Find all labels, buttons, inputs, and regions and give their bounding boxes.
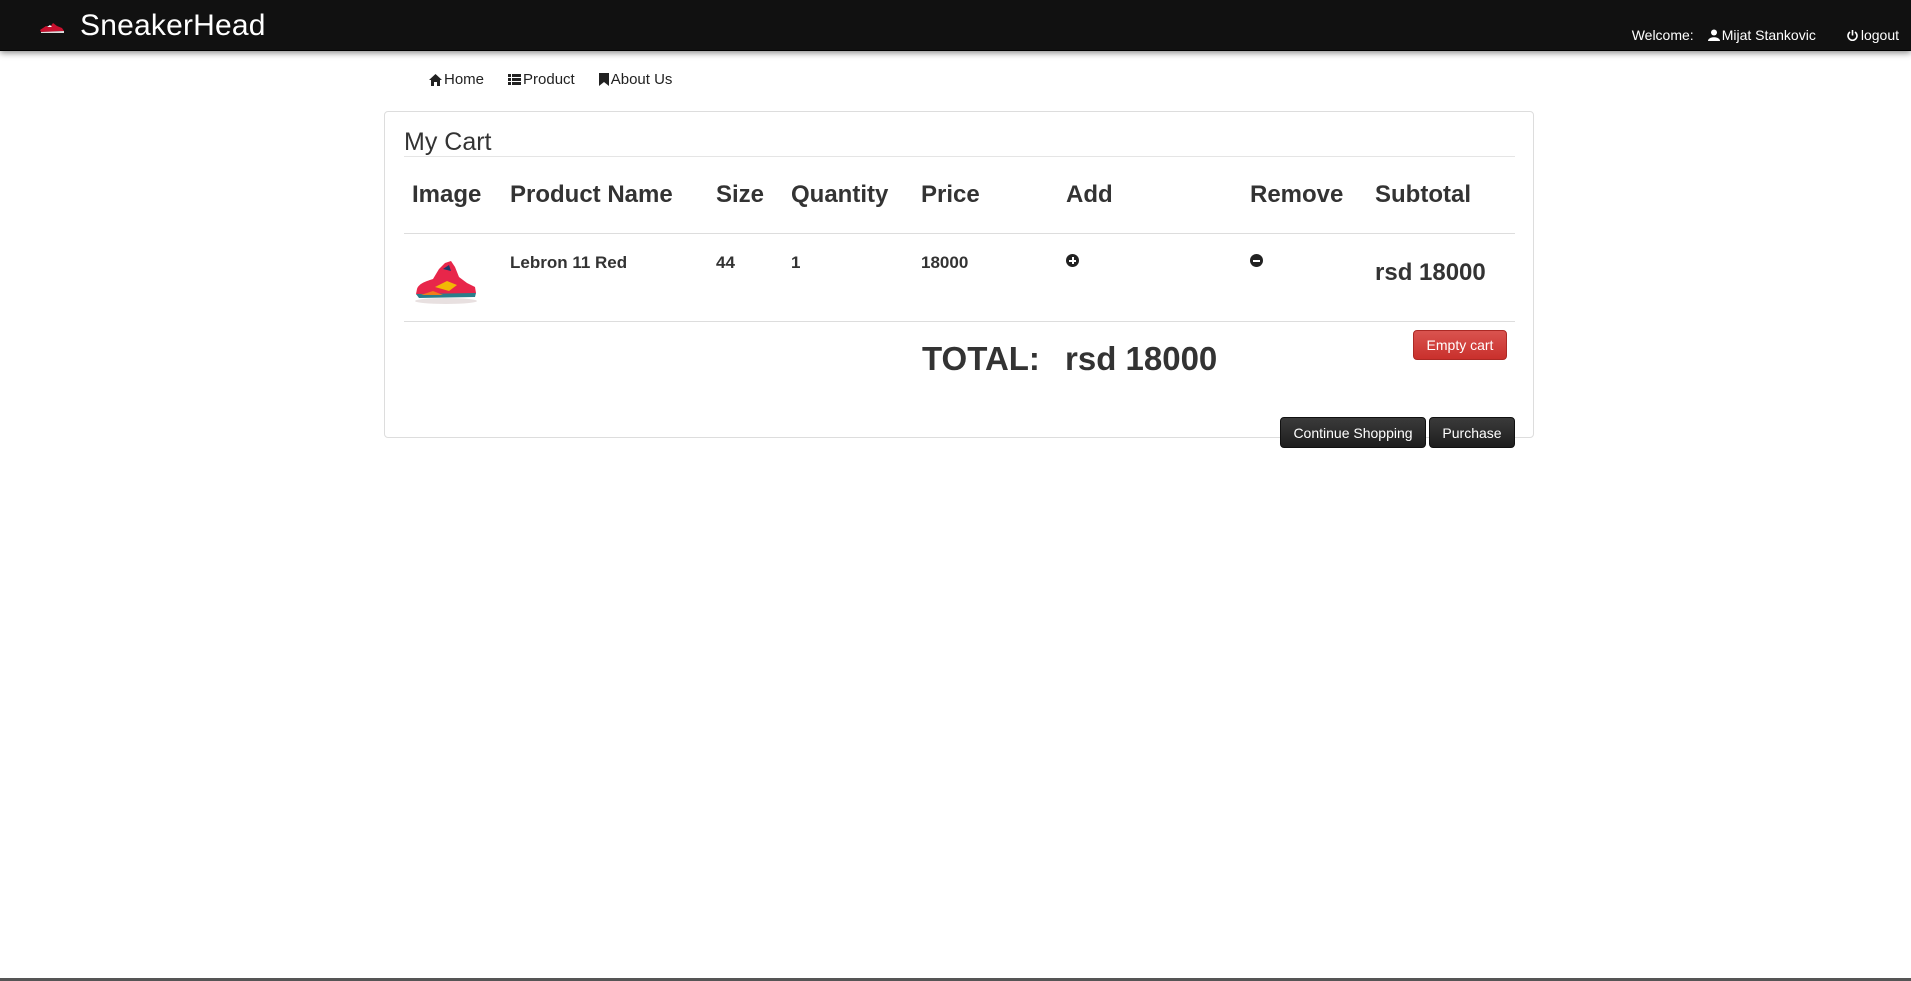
welcome-label: Welcome:: [1631, 27, 1694, 43]
column-header-size: Size: [716, 181, 765, 208]
empty-cart-button[interactable]: Empty cart: [1413, 330, 1507, 360]
nav-home[interactable]: Home: [429, 71, 484, 88]
logout-label: logout: [1860, 27, 1899, 43]
user-icon: [1707, 29, 1720, 41]
total-value: rsd 18000: [1065, 340, 1218, 377]
column-header-price: Price: [921, 181, 980, 208]
bookmark-icon: [598, 73, 609, 86]
secondary-nav: Home Product About Us: [429, 71, 696, 88]
nav-product[interactable]: Product: [508, 71, 575, 88]
column-header-subtotal: Subtotal: [1375, 181, 1471, 208]
column-header-add: Add: [1066, 181, 1113, 208]
title-divider: [404, 156, 1515, 157]
plus-circle-icon[interactable]: [1066, 254, 1079, 267]
list-icon: [508, 74, 522, 85]
brand[interactable]: SneakerHead: [38, 6, 266, 46]
top-navbar: SneakerHead Welcome: Mijat Stankovic log…: [0, 0, 1911, 51]
product-price: 18000: [921, 253, 969, 272]
power-icon: [1847, 29, 1858, 41]
nav-home-label: Home: [444, 71, 485, 88]
purchase-button[interactable]: Purchase: [1429, 417, 1515, 448]
total-label: TOTAL:: [922, 340, 1040, 377]
nav-about-label: About Us: [610, 71, 673, 88]
sneaker-logo-icon: [38, 17, 66, 35]
nav-about[interactable]: About Us: [598, 71, 673, 88]
product-image[interactable]: [413, 251, 479, 305]
column-header-image: Image: [412, 181, 482, 208]
continue-shopping-button[interactable]: Continue Shopping: [1280, 417, 1426, 448]
column-header-remove: Remove: [1250, 181, 1344, 208]
header-divider: [404, 233, 1515, 234]
product-quantity: 1: [791, 253, 801, 272]
user-area: Welcome: Mijat Stankovic logout: [1632, 27, 1899, 43]
user-link[interactable]: Mijat Stankovic: [1707, 27, 1816, 43]
logout-link[interactable]: logout: [1846, 27, 1899, 43]
product-subtotal: rsd 18000: [1375, 259, 1486, 286]
cart-panel: My Cart Image Product Name Size Quantity…: [384, 111, 1534, 448]
home-icon: [429, 73, 442, 86]
brand-name: SneakerHead: [80, 9, 266, 42]
product-name: Lebron 11 Red: [510, 253, 628, 272]
product-size: 44: [716, 253, 735, 272]
column-header-product-name: Product Name: [510, 181, 673, 208]
row-divider: [404, 321, 1515, 322]
minus-circle-icon[interactable]: [1250, 254, 1263, 267]
column-header-quantity: Quantity: [791, 181, 889, 208]
page-title: My Cart: [404, 128, 492, 156]
nav-product-label: Product: [523, 71, 575, 88]
user-name: Mijat Stankovic: [1721, 27, 1816, 43]
